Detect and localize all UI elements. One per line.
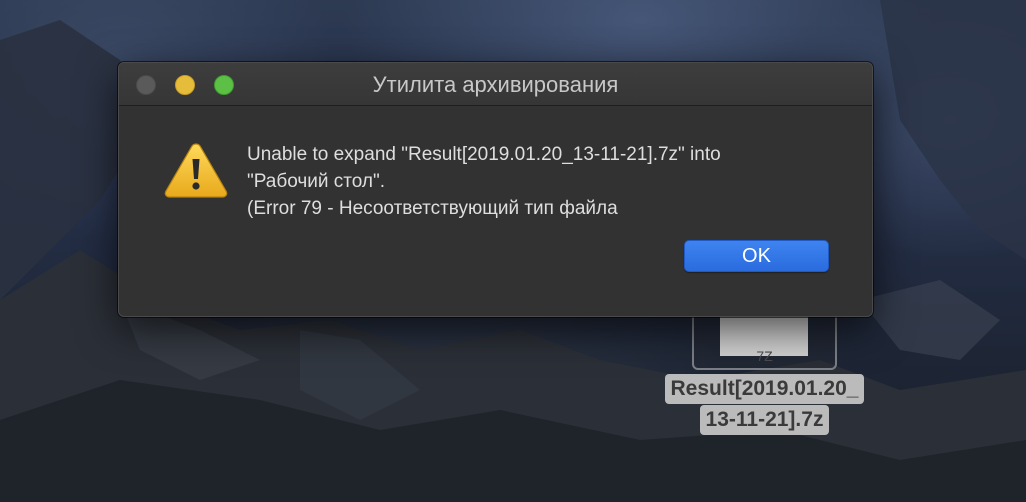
window-title: Утилита архивирования bbox=[372, 72, 619, 97]
desktop-file-name[interactable]: Result[2019.01.20_ 13-11-21].7z bbox=[642, 374, 887, 435]
alert-message-line-3: (Error 79 - Несоответствующий тип файла bbox=[247, 198, 618, 219]
window-titlebar[interactable]: Утилита архивирования bbox=[119, 63, 872, 106]
alert-message-line-2: "Рабочий стол". bbox=[247, 171, 386, 192]
alert-message-line-1: Unable to expand "Result[2019.01.20_13-1… bbox=[247, 144, 721, 165]
archive-utility-alert-dialog: Утилита архивирования Unable to expand "… bbox=[118, 62, 873, 317]
alert-message: Unable to expand "Result[2019.01.20_13-1… bbox=[247, 141, 847, 222]
ok-button[interactable]: OK bbox=[684, 240, 829, 272]
file-name-line-2: 13-11-21].7z bbox=[699, 405, 830, 435]
file-name-line-1: Result[2019.01.20_ bbox=[664, 374, 865, 404]
file-extension-label: 7Z bbox=[756, 348, 773, 364]
warning-triangle-icon bbox=[164, 143, 228, 198]
